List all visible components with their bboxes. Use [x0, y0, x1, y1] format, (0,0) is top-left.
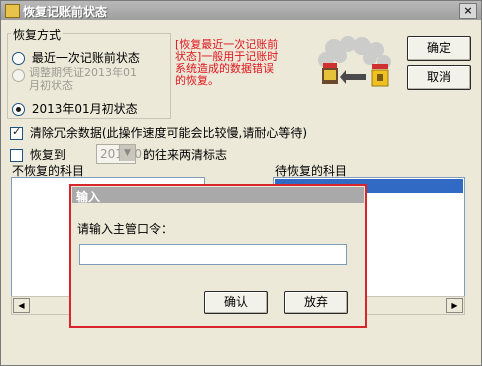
radio-month-start-label: 2013年01月初状态: [31, 102, 138, 116]
clear-redundant-label: 清除冗余数据(此操作速度可能会比较慢,请耐心等待): [29, 126, 308, 140]
radio-month-start-indicator[interactable]: [12, 103, 25, 116]
dialog-ok-button[interactable]: 确认: [204, 291, 268, 314]
dialog-cancel-button[interactable]: 放弃: [284, 291, 348, 314]
supervisor-password-input[interactable]: [79, 244, 347, 265]
radio-adjust-period-label-line2: 月初状态: [29, 79, 73, 92]
cancel-button[interactable]: 取消: [407, 65, 471, 90]
scroll-left-icon[interactable]: ◀: [13, 298, 30, 313]
radio-latest-label: 最近一次记账前状态: [31, 51, 140, 65]
notice-text: [恢复最近一次记账前 状态]一般用于记账时 系统造成的数据错误 的恢复。: [175, 39, 278, 87]
radio-adjust-period-label-line1: 调整期凭证2013年01: [29, 66, 137, 79]
notice-line4: 的恢复。: [175, 74, 219, 87]
restore-to-checkbox[interactable]: [10, 149, 23, 162]
radio-latest[interactable]: 最近一次记账前状态: [12, 49, 140, 66]
dialog-title: 输入: [76, 190, 101, 204]
confirm-button[interactable]: 确定: [407, 36, 471, 61]
title-bar: 恢复记账前状态 ×: [1, 1, 481, 20]
restore-mode-legend: 恢复方式: [11, 26, 64, 43]
radio-month-start[interactable]: 2013年01月初状态: [12, 100, 138, 117]
radio-adjust-period-indicator[interactable]: [12, 69, 25, 82]
clear-redundant-option[interactable]: 清除冗余数据(此操作速度可能会比较慢,请耐心等待): [10, 124, 307, 141]
chevron-down-icon[interactable]: ▼: [119, 145, 135, 161]
restore-illustration-icon: [314, 34, 396, 94]
restore-to-label: 恢复到: [29, 148, 66, 162]
restore-window: 恢复记账前状态 × 恢复方式 最近一次记账前状态 调整期凭证2013年01 月初…: [0, 0, 482, 366]
dialog-prompt: 请输入主管口令：: [77, 222, 174, 236]
password-dialog: 输入 请输入主管口令： 确认 放弃: [69, 184, 367, 328]
radio-latest-indicator[interactable]: [12, 52, 25, 65]
clear-redundant-checkbox[interactable]: [10, 125, 23, 140]
dialog-title-bar: 输入: [72, 187, 364, 204]
close-button[interactable]: ×: [459, 3, 477, 19]
radio-adjust-period[interactable]: [12, 68, 25, 82]
scroll-right-icon[interactable]: ▶: [446, 298, 463, 313]
window-title: 恢复记账前状态: [23, 5, 108, 19]
app-icon: [5, 4, 20, 18]
radio-adjust-period-label: 调整期凭证2013年01 月初状态: [29, 66, 137, 92]
restore-to-suffix: 的往来两清标志: [143, 148, 228, 162]
restore-to-option[interactable]: 恢复到: [10, 146, 66, 163]
